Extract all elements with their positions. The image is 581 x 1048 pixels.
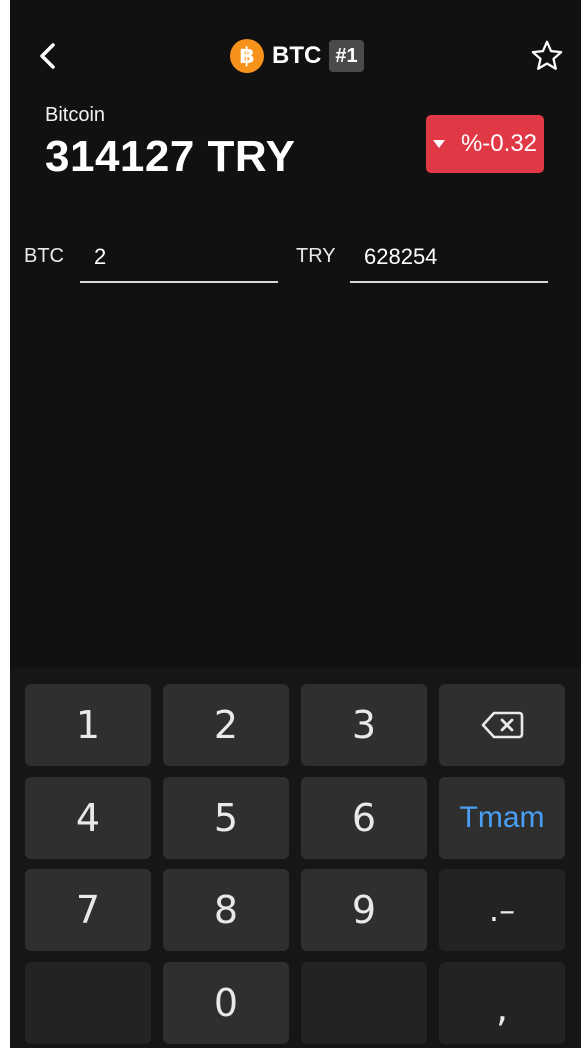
rank-badge: #1: [329, 40, 364, 72]
right-amount-input[interactable]: [350, 233, 548, 283]
key-2[interactable]: 2: [163, 684, 289, 766]
left-currency-label: BTC: [24, 245, 64, 267]
key-7[interactable]: 7: [25, 869, 151, 951]
numeric-keypad: 1 2 3 4 5 6 Tmam 7 8 9 .– 0 ,: [10, 668, 581, 1048]
key-3[interactable]: 3: [301, 684, 427, 766]
key-1[interactable]: 1: [25, 684, 151, 766]
back-button[interactable]: [30, 34, 66, 78]
done-key[interactable]: Tmam: [439, 777, 565, 859]
key-8[interactable]: 8: [163, 869, 289, 951]
empty-key-left: [25, 962, 151, 1044]
coin-symbol: BTC: [272, 42, 322, 69]
empty-key-right: [301, 962, 427, 1044]
key-6[interactable]: 6: [301, 777, 427, 859]
coin-name: Bitcoin: [45, 104, 106, 126]
key-4[interactable]: 4: [25, 777, 151, 859]
coin-title: ฿ BTC #1: [230, 36, 364, 76]
star-icon: [531, 40, 563, 70]
favorite-button[interactable]: [527, 36, 567, 76]
comma-key[interactable]: ,: [439, 962, 565, 1044]
key-0[interactable]: 0: [163, 962, 289, 1044]
bitcoin-logo-icon: ฿: [230, 39, 264, 73]
app-screen: ฿ BTC #1 Bitcoin 314127 TRY %-0.32 BTC T…: [10, 0, 581, 1048]
key-5[interactable]: 5: [163, 777, 289, 859]
right-currency-label: TRY: [296, 245, 336, 267]
price-value: 314127 TRY: [45, 132, 296, 181]
top-bar: ฿ BTC #1: [10, 24, 581, 88]
bitcoin-logo-glyph: ฿: [239, 43, 255, 69]
change-value: %-0.32: [460, 130, 538, 157]
key-9[interactable]: 9: [301, 869, 427, 951]
down-triangle-icon: [432, 140, 445, 148]
decimal-minus-key[interactable]: .–: [439, 869, 565, 951]
back-arrow-icon: [40, 43, 55, 69]
backspace-key[interactable]: [439, 684, 565, 766]
change-badge: %-0.32: [426, 115, 544, 173]
backspace-icon: [481, 711, 524, 739]
left-amount-input[interactable]: [80, 233, 278, 283]
